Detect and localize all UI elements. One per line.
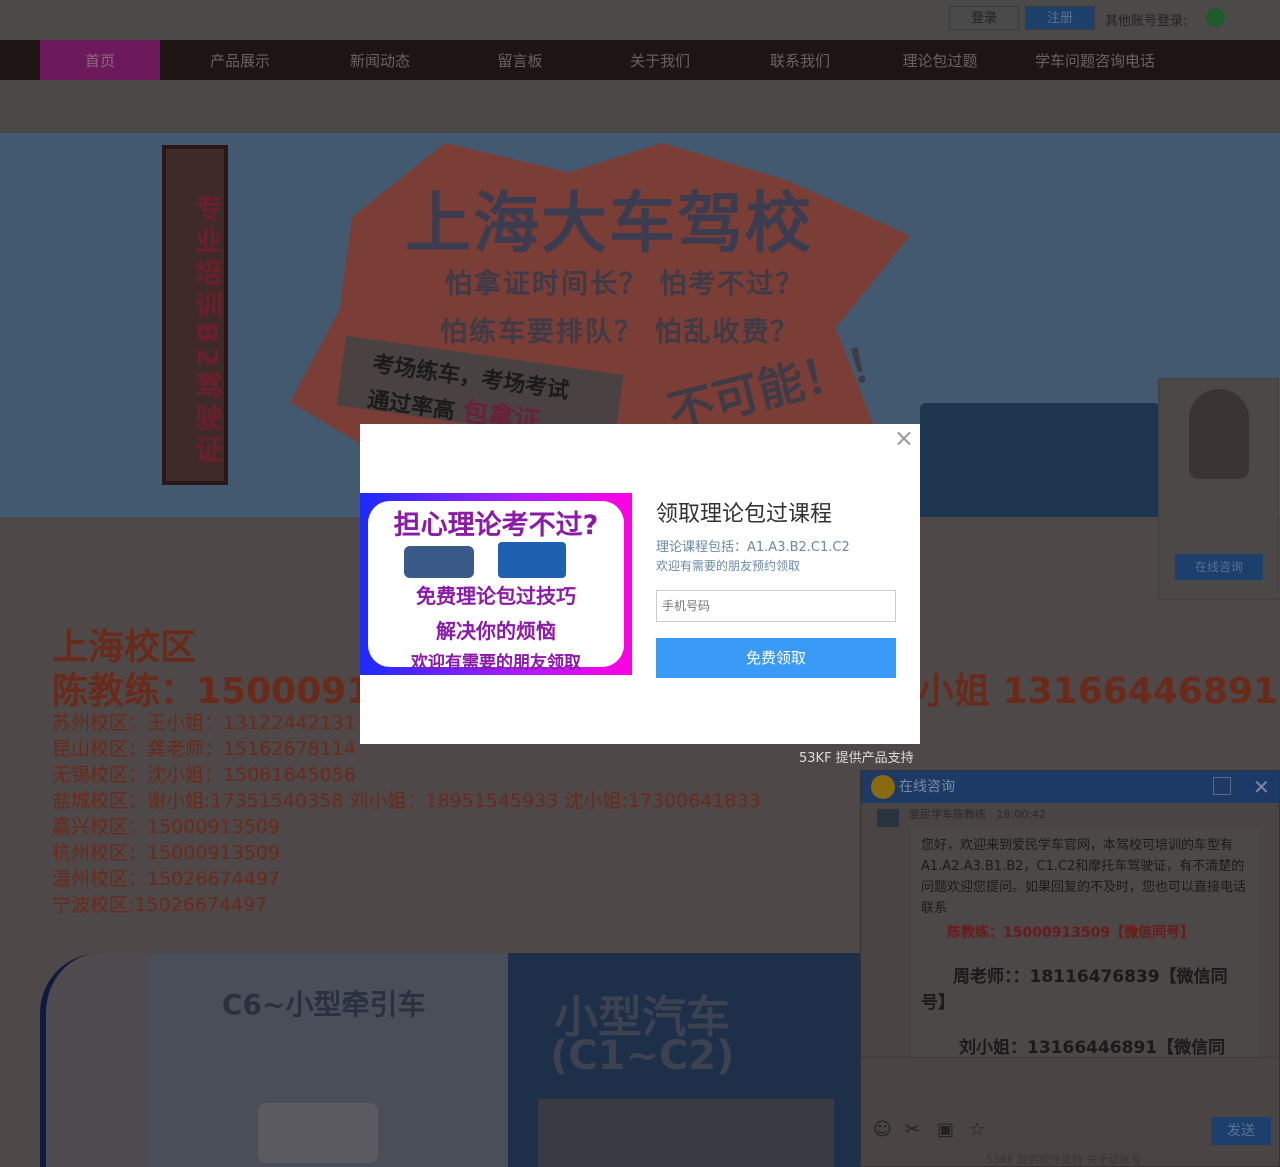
top-bar: 登录 注册 其他账号登录: [0, 0, 1280, 40]
promo-line3: 欢迎有需要的朋友领取 [411, 653, 581, 673]
contact-zhou: 周老师：：18116476839【微信同号】 [921, 967, 1228, 1013]
other-login-label: 其他账号登录: [1105, 14, 1188, 29]
star-icon[interactable]: ☆ [969, 1119, 985, 1140]
maximize-icon[interactable] [1213, 777, 1231, 795]
nav-contact[interactable]: 联系我们 [740, 40, 860, 80]
promo-line2: 解决你的烦恼 [436, 619, 556, 643]
campus-line: 嘉兴校区：15000913509 [52, 816, 280, 838]
campus-line: 宁波校区:15026674497 [52, 894, 268, 916]
nav-products[interactable]: 产品展示 [180, 40, 300, 80]
promo-image: 担心理论考不过? 免费理论包过技巧 解决你的烦恼 欢迎有需要的朋友领取 [360, 493, 632, 675]
online-consult-button[interactable]: 在线咨询 [1175, 554, 1263, 580]
agent-icon [877, 809, 899, 827]
modal-desc1: 理论课程包括：A1.A3.B2.C1.C2 [656, 540, 850, 555]
campus-line: 无锡校区：沈小姐：15061645056 [52, 764, 356, 786]
bus-truck-image [368, 542, 624, 580]
free-claim-button[interactable]: 免费领取 [656, 638, 896, 678]
chat-close-icon[interactable]: ✕ [1253, 771, 1270, 803]
send-button[interactable]: 发送 [1211, 1117, 1271, 1145]
campus-line: 盐城校区：谢小姐:17351540358 刘小姐：18951545933 沈小姐… [52, 790, 761, 812]
support-label: 53KF 提供产品支持 [799, 751, 914, 766]
banner-line2: 怕练车要排队？ 怕乱收费？ [440, 317, 800, 348]
main-nav: 首页 产品展示 新闻动态 留言板 关于我们 联系我们 理论包过题 学车问题咨询电… [0, 40, 1280, 80]
truck-icon [498, 542, 566, 578]
modal-desc2: 欢迎有需要的朋友预约领取 [656, 559, 801, 573]
nav-guestbook[interactable]: 留言板 [460, 40, 580, 80]
main-contact-right: 小姐 13166446891 [918, 671, 1279, 712]
divider [861, 1057, 1279, 1058]
campus-line: 杭州校区：15000913509 [52, 842, 280, 864]
upload-file-icon[interactable]: ▣ [937, 1119, 954, 1140]
promo-title: 担心理论考不过? [393, 510, 599, 541]
campus-line: 温州校区：15026674497 [52, 868, 280, 890]
emoji-icon[interactable]: ☺ [873, 1119, 892, 1140]
nav-news[interactable]: 新闻动态 [320, 40, 440, 80]
nav-hotline[interactable]: 学车问题咨询电话 [1030, 40, 1160, 80]
card-c6[interactable]: C6~小型牵引车 [148, 953, 508, 1167]
card-decoration [40, 953, 148, 1167]
banner-title: 上海大车驾校 [405, 185, 813, 262]
car-image [538, 1099, 834, 1167]
agent-avatar [1189, 389, 1249, 479]
sender-name: 爱民学车陈教练 [909, 808, 986, 821]
trailer-image [258, 1103, 378, 1163]
contact-chen: 陈教练：15000913509【微信同号】 [947, 925, 1195, 941]
card-small-sub: (C1~C2) [550, 1033, 735, 1079]
phone-input[interactable] [656, 590, 896, 622]
modal-title: 领取理论包过课程 [656, 502, 833, 527]
chat-window: 在线咨询 ✕ 爱民学车陈教练 18:00:42 您好，欢迎来到爱民学车官网，本驾… [860, 770, 1280, 1167]
message-bubble: 您好，欢迎来到爱民学车官网，本驾校可培训的车型有A1.A2.A3.B1.B2，C… [911, 827, 1259, 1057]
customer-service-widget: 在线咨询 [1158, 378, 1279, 600]
promo-line1: 免费理论包过技巧 [416, 584, 576, 608]
card-small-car[interactable]: 小型汽车 (C1~C2) [508, 953, 860, 1167]
chat-header: 在线咨询 ✕ [861, 771, 1279, 803]
nav-home[interactable]: 首页 [40, 40, 160, 80]
message-time: 18:00:42 [996, 808, 1046, 821]
truck-image [920, 403, 1160, 517]
bus-icon [404, 546, 474, 578]
register-button[interactable]: 注册 [1025, 6, 1095, 30]
spacer-band [0, 80, 1280, 133]
nav-about[interactable]: 关于我们 [600, 40, 720, 80]
chat-footer: 53KF 提供软件支持 关于该账号 [986, 1153, 1142, 1166]
chat-logo-icon [871, 775, 895, 799]
message-text: 您好，欢迎来到爱民学车官网，本驾校可培训的车型有A1.A2.A3.B1.B2，C… [921, 838, 1247, 916]
card-c6-title: C6~小型牵引车 [222, 988, 426, 1021]
scissors-icon[interactable]: ✂ [905, 1119, 920, 1140]
promo-modal: × 担心理论考不过? 免费理论包过技巧 解决你的烦恼 欢迎有需要的朋友领取 领取… [360, 424, 920, 744]
banner-line1: 怕拿证时间长？ 怕考不过？ [445, 269, 805, 300]
close-icon[interactable]: × [894, 424, 914, 452]
wechat-icon[interactable] [1206, 8, 1225, 27]
message-meta: 爱民学车陈教练 18:00:42 [909, 806, 1046, 822]
contact-liu: 刘小姐：13166446891【微信同号】 [959, 1038, 1226, 1057]
login-button[interactable]: 登录 [949, 6, 1019, 30]
chat-title: 在线咨询 [899, 779, 955, 795]
nav-theory[interactable]: 理论包过题 [880, 40, 1000, 80]
banner-vertical-text: 专业培训B2驾驶证 [162, 145, 228, 485]
main-contact: 陈教练：1500091 [52, 671, 372, 712]
